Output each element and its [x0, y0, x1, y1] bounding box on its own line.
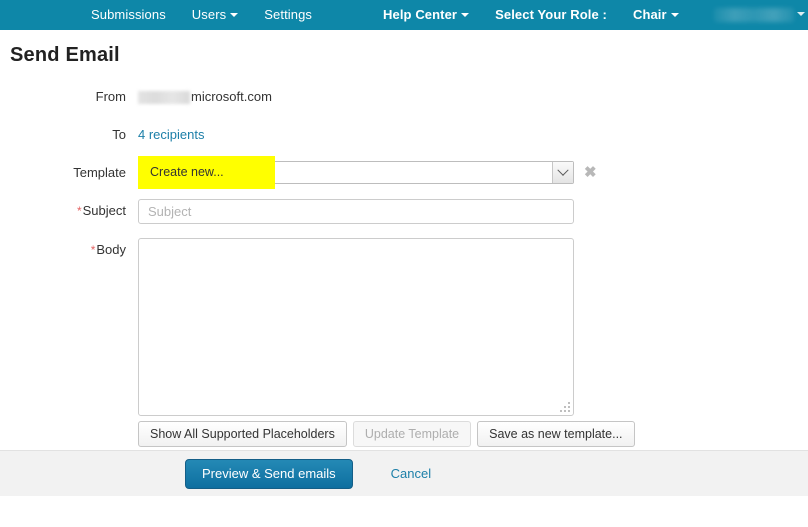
chevron-down-icon — [230, 13, 239, 18]
nav-item-settings[interactable]: Settings — [251, 0, 325, 30]
nav-item-help-center-label: Help Center — [383, 7, 458, 22]
chevron-down-icon — [461, 13, 470, 18]
body-field: Show All Supported Placeholders Update T… — [138, 238, 808, 447]
chevron-down-icon — [670, 13, 679, 18]
form-row-subject: *Subject — [0, 199, 808, 224]
cancel-link[interactable]: Cancel — [391, 466, 431, 481]
required-asterisk: * — [76, 204, 82, 218]
nav-item-role-chair-label: Chair — [632, 7, 667, 22]
nav-label-select-your-role: Select Your Role : — [482, 0, 620, 30]
preview-and-send-button[interactable]: Preview & Send emails — [185, 458, 353, 489]
nav-item-settings-label: Settings — [264, 7, 313, 22]
from-domain: microsoft.com — [191, 89, 272, 104]
chevron-down-icon[interactable] — [797, 12, 805, 16]
template-field: Create new... ✖ — [138, 156, 808, 189]
redacted-email-local-part — [138, 90, 190, 104]
from-field: microsoft.com — [138, 85, 808, 109]
top-navbar: Submissions Users Settings Help Center S… — [0, 0, 808, 30]
to-label: To — [112, 127, 126, 142]
template-action-buttons: Show All Supported Placeholders Update T… — [138, 421, 808, 447]
from-value: microsoft.com — [138, 85, 808, 109]
subject-label-text: Subject — [82, 203, 126, 218]
nav-item-users-label: Users — [191, 7, 227, 22]
nav-label-select-your-role-text: Select Your Role : — [495, 7, 607, 22]
form-footer-bar: Preview & Send emails Cancel — [0, 450, 808, 496]
form-row-to: To 4 recipients — [0, 123, 808, 147]
form-row-template: Template Create new... ✖ — [0, 156, 808, 189]
save-as-new-template-button[interactable]: Save as new template... — [477, 421, 635, 447]
template-select-wrapper: Create new... ✖ — [138, 156, 808, 189]
to-field: 4 recipients — [138, 123, 808, 147]
template-select-value: Create new... — [150, 165, 224, 179]
update-template-button: Update Template — [352, 421, 472, 447]
form-row-body: *Body Show All Supported Placeholders Up… — [0, 238, 808, 447]
subject-field — [138, 199, 808, 224]
body-label: *Body — [0, 238, 138, 262]
navbar-left-group: Submissions Users Settings — [78, 0, 325, 30]
required-asterisk: * — [90, 243, 96, 257]
body-textarea[interactable] — [138, 238, 574, 416]
send-email-form: From microsoft.com To 4 recipients Templ… — [0, 85, 808, 447]
recipients-link[interactable]: 4 recipients — [138, 127, 204, 142]
from-label: From — [95, 89, 126, 104]
page-body: Send Email From microsoft.com To 4 recip… — [0, 44, 808, 496]
nav-item-help-center[interactable]: Help Center — [370, 0, 482, 30]
nav-item-role-chair[interactable]: Chair — [620, 0, 692, 30]
show-all-placeholders-button[interactable]: Show All Supported Placeholders — [138, 421, 347, 447]
clear-template-icon[interactable]: ✖ — [584, 161, 597, 184]
template-select[interactable]: Create new... — [138, 156, 574, 189]
page-title: Send Email — [10, 44, 120, 66]
template-label: Template — [73, 165, 126, 180]
chevron-down-icon — [557, 164, 569, 176]
template-dropdown-button[interactable] — [552, 162, 573, 183]
body-label-text: Body — [96, 242, 126, 257]
navbar-right-group: Help Center Select Your Role : Chair — [370, 0, 808, 30]
subject-label: *Subject — [0, 199, 138, 223]
body-textarea-wrapper — [138, 238, 574, 416]
subject-input[interactable] — [138, 199, 574, 224]
form-row-from: From microsoft.com — [0, 85, 808, 109]
nav-item-submissions-label: Submissions — [91, 7, 166, 22]
nav-item-redacted-user[interactable] — [713, 8, 794, 22]
nav-item-submissions[interactable]: Submissions — [78, 0, 179, 30]
nav-item-users[interactable]: Users — [179, 0, 251, 30]
